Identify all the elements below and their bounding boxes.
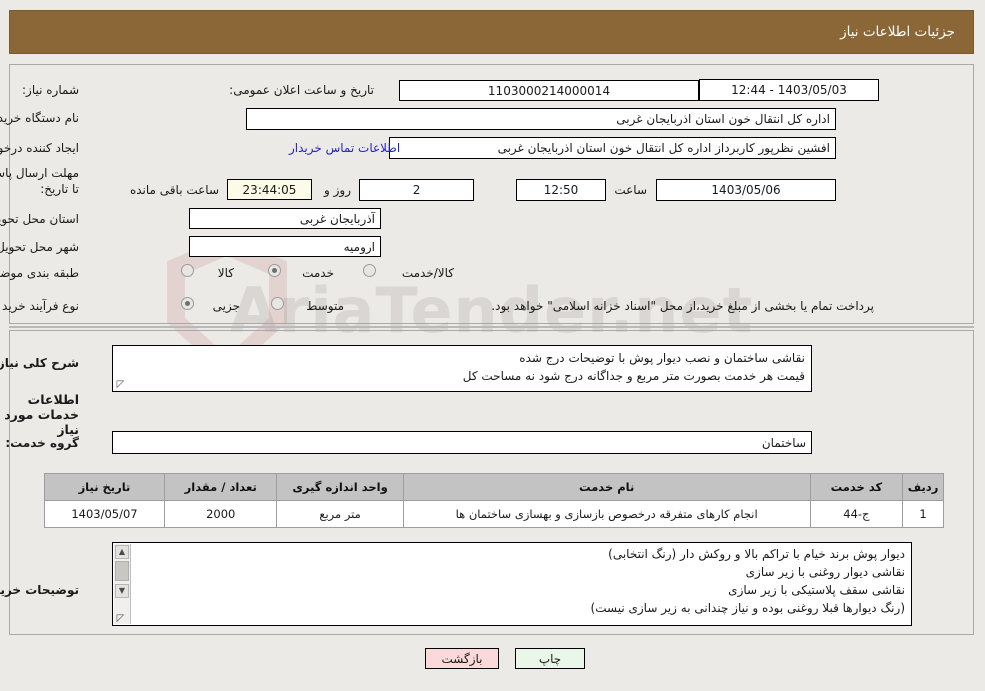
table-header-row: ردیف کد خدمت نام خدمت واحد اندازه گیری ت… [45, 473, 945, 501]
category-label: طبقه بندی موضوعی: [0, 266, 80, 280]
radio-process-jozei-label: جزیی [213, 299, 241, 313]
province-label: استان محل تحویل: [0, 212, 80, 226]
scroll-up-icon[interactable]: ▲ [116, 545, 130, 559]
deadline-hour-value: 12:50 [517, 179, 607, 201]
general-desc-label: شرح کلی نیاز: [0, 356, 80, 370]
announce-label: تاریخ و ساعت اعلان عمومی: [230, 83, 375, 97]
radio-process-jozei[interactable] [182, 297, 195, 310]
print-button[interactable]: چاپ [516, 648, 586, 669]
deadline-hour-label: ساعت [615, 183, 648, 197]
radio-category-khedmat-label: خدمت [303, 266, 335, 280]
services-table: ردیف کد خدمت نام خدمت واحد اندازه گیری ت… [45, 473, 945, 528]
textarea-scrollbar[interactable]: ▲ ▼ [115, 544, 132, 624]
back-button[interactable]: بازگشت [426, 648, 500, 669]
service-group-label: گروه خدمت: [6, 436, 80, 450]
radio-category-kala[interactable] [182, 264, 195, 277]
cell-radif: 1 [903, 500, 945, 528]
section-divider [10, 326, 975, 328]
city-value: ارومیه [190, 236, 382, 257]
col-quantity: تعداد / مقدار [164, 473, 279, 501]
general-desc-textarea[interactable]: نقاشی ساختمان و نصب دیوار پوش با توضیحات… [113, 345, 813, 392]
cell-unit: متر مربع [277, 500, 405, 528]
buyer-org-value: اداره کل انتقال خون استان اذربایجان غربی [247, 108, 837, 130]
scroll-down-icon[interactable]: ▼ [116, 584, 130, 598]
requester-value: افشین نظرپور کاربرداز اداره کل انتقال خو… [390, 137, 837, 159]
service-group-value: ساختمان [113, 431, 813, 454]
col-unit: واحد اندازه گیری [277, 473, 405, 501]
radio-process-motevaset-label: متوسط [307, 299, 345, 313]
requester-label: ایجاد کننده درخواست: [0, 141, 80, 155]
city-label: شهر محل تحویل: [0, 240, 80, 254]
resize-grip-icon[interactable]: ◸ [116, 379, 127, 390]
cell-code: ج-44 [810, 500, 905, 528]
scroll-thumb[interactable] [116, 561, 130, 581]
time-remaining-value: 23:44:05 [228, 179, 313, 200]
deadline-label: مهلت ارسال پاسخ: تا تاریخ: [0, 166, 80, 196]
services-heading: اطلاعات خدمات مورد نیاز [5, 392, 80, 437]
need-number-label: شماره نیاز: [23, 83, 80, 97]
resize-grip-icon-notes[interactable]: ◸ [116, 613, 127, 624]
radio-category-khedmat[interactable] [269, 264, 282, 277]
cell-name: انجام کارهای متفرقه درخصوص بازسازی و بهس… [403, 500, 812, 528]
radio-category-kala-khedmat-label: کالا/خدمت [402, 266, 455, 280]
col-radif: ردیف [903, 473, 945, 501]
cell-quantity: 2000 [164, 500, 279, 528]
need-number-value: 1103000214000014 [400, 80, 700, 101]
radio-category-kala-khedmat[interactable] [364, 264, 377, 277]
process-label: نوع فرآیند خرید : [0, 299, 80, 313]
time-remaining-label: ساعت باقی مانده [130, 183, 220, 197]
radio-process-motevaset[interactable] [272, 297, 285, 310]
payment-note: پرداخت تمام یا بخشی از مبلغ خرید،از محل … [492, 299, 875, 313]
general-desc-value: نقاشی ساختمان و نصب دیوار پوش با توضیحات… [463, 351, 806, 383]
col-code: کد خدمت [810, 473, 905, 501]
page-title: جزئیات اطلاعات نیاز [841, 24, 956, 40]
buyer-notes-value: دیوار پوش برند خیام با تراکم بالا و روکش… [591, 547, 906, 615]
buyer-notes-label: توضیحات خریدار: [0, 583, 80, 597]
days-remaining-value: 2 [360, 179, 475, 201]
province-value: آذربایجان غربی [190, 208, 382, 229]
deadline-date-value: 1403/05/06 [657, 179, 837, 201]
days-unit-label: روز و [325, 183, 352, 197]
buyer-contact-link[interactable]: اطلاعات تماس خریدار [290, 141, 401, 155]
radio-category-kala-label: کالا [218, 266, 235, 280]
col-date: تاریخ نیاز [45, 473, 166, 501]
buyer-notes-textarea[interactable]: ▲ ▼ دیوار پوش برند خیام با تراکم بالا و … [113, 542, 913, 626]
page-header-bar: جزئیات اطلاعات نیاز [10, 10, 975, 54]
buyer-org-label: نام دستگاه خریدار: [0, 111, 80, 125]
table-row: 1 ج-44 انجام کارهای متفرقه درخصوص بازساز… [45, 500, 945, 528]
cell-date: 1403/05/07 [45, 500, 166, 528]
announce-value: 1403/05/03 - 12:44 [700, 79, 880, 101]
col-name: نام خدمت [403, 473, 812, 501]
